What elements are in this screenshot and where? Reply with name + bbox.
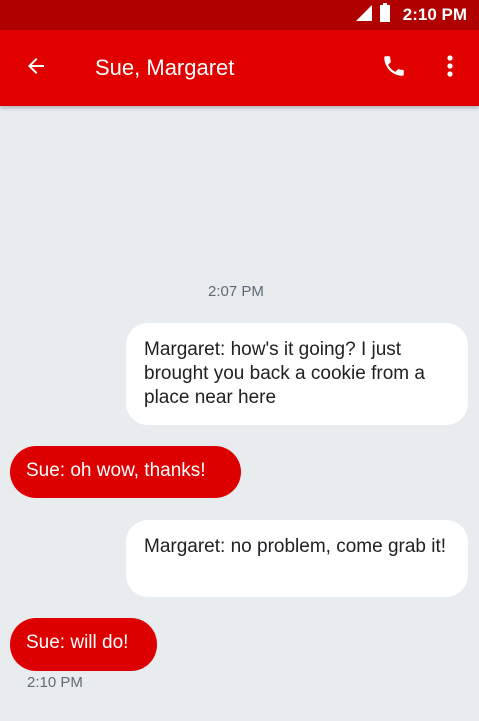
- back-arrow-icon: [24, 54, 48, 83]
- signal-icon: [355, 4, 373, 27]
- outgoing-message-bubble[interactable]: Sue: oh wow, thanks!: [10, 446, 241, 498]
- status-time: 2:10 PM: [402, 5, 467, 24]
- status-bar: 2:10 PM: [0, 0, 479, 30]
- back-button[interactable]: [14, 46, 58, 90]
- app-bar: Sue, Margaret: [0, 30, 479, 106]
- status-icons: 2:10 PM: [355, 0, 467, 30]
- more-vert-icon: [446, 54, 454, 83]
- incoming-message-bubble[interactable]: Margaret: how's it going? I just brought…: [126, 323, 468, 425]
- conversation-title: Sue, Margaret: [95, 55, 235, 80]
- phone-icon: [381, 53, 407, 84]
- battery-icon: [379, 2, 391, 28]
- more-options-button[interactable]: [428, 46, 472, 90]
- incoming-message-bubble[interactable]: Margaret: no problem, come grab it!: [126, 520, 468, 597]
- message-timestamp: 2:07 PM: [208, 283, 264, 300]
- message-timestamp: 2:10 PM: [27, 674, 83, 691]
- call-button[interactable]: [372, 46, 416, 90]
- outgoing-message-bubble[interactable]: Sue: will do!: [10, 618, 157, 671]
